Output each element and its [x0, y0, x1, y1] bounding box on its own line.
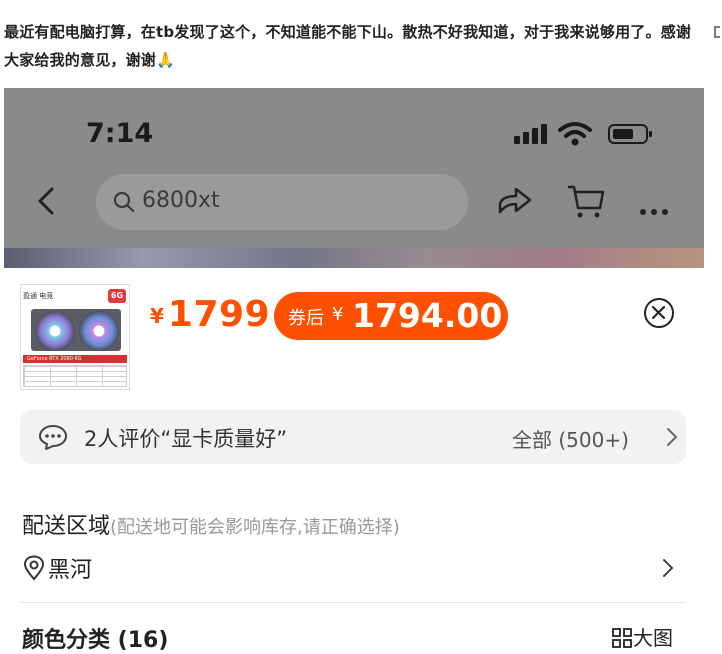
review-summary-bar[interactable]: 2人评价“显卡质量好” 全部 (500+) — [20, 410, 686, 464]
location-pin-icon — [23, 555, 45, 581]
share-icon[interactable] — [496, 186, 534, 216]
delivery-title: 配送区域 — [22, 514, 111, 539]
status-time: 7:14 — [86, 118, 154, 149]
product-banner-strip — [4, 248, 704, 268]
all-reviews-link[interactable]: 全部 (500+) — [512, 424, 629, 453]
price-symbol: ¥ — [150, 304, 164, 328]
chevron-right-icon[interactable] — [662, 558, 674, 578]
coupon-price-badge: 券后 ¥ 1794.00 — [274, 292, 508, 340]
price: ¥1799 — [150, 294, 270, 335]
delivery-area-heading: 配送区域(配送地可能会影响库存,请正确选择) — [22, 508, 400, 540]
close-icon — [652, 306, 665, 319]
delivery-hint: (配送地可能会影响库存,请正确选择) — [110, 517, 400, 538]
color-category-title: 颜色分类 (16) — [22, 628, 169, 653]
wifi-icon — [558, 122, 592, 146]
gpu-fan-right — [79, 311, 119, 351]
thumb-brand: 盈通 电竞 — [23, 292, 54, 300]
delivery-location[interactable]: 黑河 — [22, 552, 92, 584]
big-image-label: 大图 — [633, 626, 673, 650]
coupon-symbol: ¥ — [332, 304, 344, 325]
divider — [20, 602, 686, 603]
signal-icon — [514, 122, 548, 144]
search-query: 6800xt — [142, 188, 220, 213]
gpu-fan-left — [35, 311, 75, 351]
scroll-edge-mark — [714, 26, 720, 38]
grid-icon — [612, 628, 632, 648]
battery-icon — [608, 124, 652, 144]
search-box[interactable]: 6800xt — [96, 174, 468, 230]
big-image-toggle[interactable]: 大图 — [612, 622, 673, 651]
memory-tag: 6G — [108, 289, 126, 303]
post-text: 最近有配电脑打算，在tb发现了这个，不知道能不能下山。散热不好我知道，对于我来说… — [4, 23, 692, 69]
more-icon[interactable] — [640, 200, 673, 219]
close-button[interactable] — [644, 298, 674, 328]
product-thumbnail[interactable]: 盈通 电竞 6G GeForce RTX 2060 6G — [20, 284, 130, 390]
phone-screenshot: 7:14 6800xt 盈通 电竞 6G GeForce RTX 2060 6G… — [4, 88, 704, 654]
coupon-price: 1794.00 — [352, 296, 503, 335]
price-value: 1799 — [167, 294, 271, 335]
chat-bubble-icon — [39, 425, 67, 450]
location-name: 黑河 — [48, 558, 93, 583]
dimmed-overlay: 7:14 6800xt — [4, 88, 704, 268]
cart-icon[interactable] — [566, 184, 606, 220]
search-icon — [113, 191, 135, 213]
back-icon[interactable] — [36, 186, 56, 216]
coupon-label: 券后 — [288, 308, 324, 329]
thumb-banner: GeForce RTX 2060 6G — [23, 355, 127, 363]
chevron-right-icon — [667, 428, 678, 446]
spec-table — [23, 365, 127, 387]
review-summary: 2人评价“显卡质量好” — [84, 427, 288, 451]
